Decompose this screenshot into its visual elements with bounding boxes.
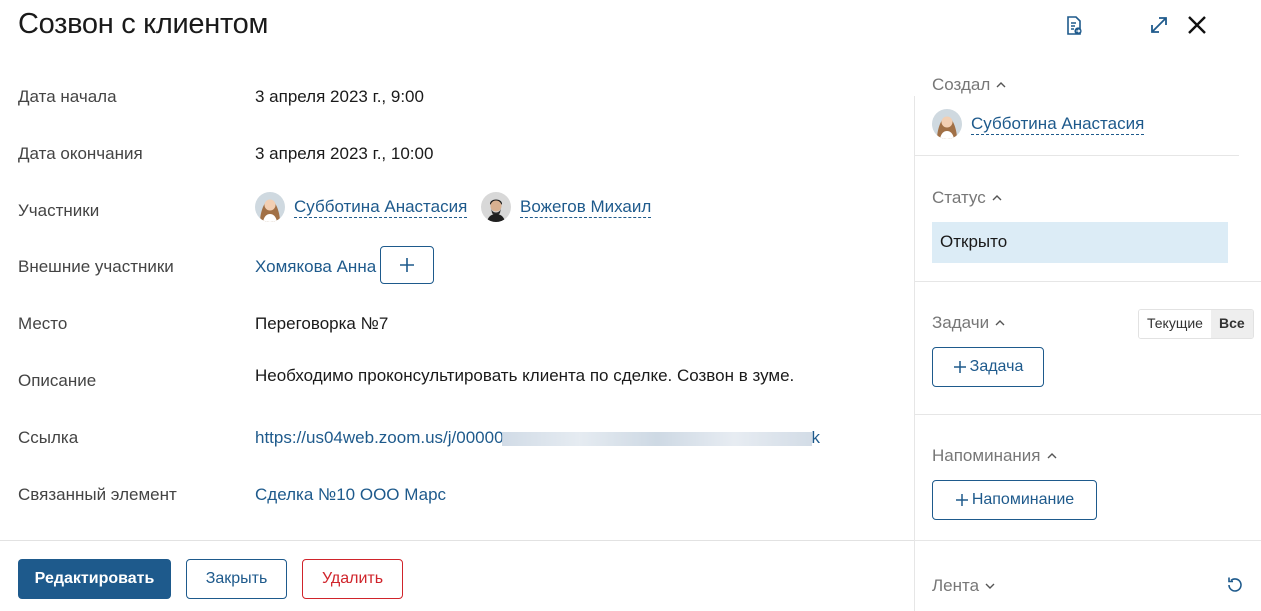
- divider: [0, 540, 914, 541]
- avatar: [481, 192, 511, 222]
- divider: [915, 540, 1261, 541]
- participants-label: Участники: [18, 201, 100, 220]
- chevron-up-icon: [1047, 453, 1057, 459]
- refresh-icon[interactable]: [1224, 574, 1246, 596]
- chevron-up-icon: [995, 320, 1005, 326]
- external-participant-link[interactable]: Хомякова Анна: [255, 257, 376, 277]
- end-date-value: 3 апреля 2023 г., 10:00: [255, 144, 434, 163]
- related-element-label: Связанный элемент: [18, 485, 177, 504]
- delete-button[interactable]: Удалить: [302, 559, 403, 599]
- status-label: Статус: [932, 188, 986, 207]
- status-value: Открыто: [932, 222, 1228, 263]
- tasks-label: Задачи: [932, 313, 990, 332]
- feed-section-header[interactable]: Лента: [932, 576, 995, 596]
- divider: [915, 281, 1261, 282]
- creator[interactable]: Субботина Анастасия: [932, 109, 1145, 139]
- tasks-filter-current[interactable]: Текущие: [1139, 310, 1211, 338]
- add-task-button[interactable]: Задача: [932, 347, 1044, 387]
- start-date-value: 3 апреля 2023 г., 9:00: [255, 87, 424, 106]
- meeting-link[interactable]: https://us04web.zoom.us/j/00000 k: [255, 428, 820, 448]
- chevron-down-icon: [985, 583, 995, 589]
- add-reminder-label: Напоминание: [971, 491, 1075, 508]
- creator-label: Создал: [932, 75, 991, 94]
- divider: [915, 414, 1261, 415]
- status-section-header[interactable]: Статус: [932, 188, 1002, 208]
- end-date-label: Дата окончания: [18, 144, 143, 163]
- tasks-filter[interactable]: Текущие Все: [1138, 309, 1254, 339]
- document-export-icon[interactable]: [1063, 15, 1085, 37]
- meeting-link-text[interactable]: https://us04web.zoom.us/j/00000: [255, 428, 504, 447]
- chevron-up-icon: [996, 82, 1006, 88]
- expand-icon[interactable]: [1148, 14, 1170, 36]
- add-reminder-button[interactable]: Напоминание: [932, 480, 1097, 520]
- page-title: Созвон с клиентом: [18, 8, 269, 40]
- divider: [915, 155, 1239, 156]
- participant-item[interactable]: Субботина Анастасия: [255, 192, 468, 222]
- tasks-filter-all[interactable]: Все: [1210, 310, 1253, 338]
- add-task-label: Задача: [969, 358, 1024, 375]
- meeting-link-tail[interactable]: k: [812, 428, 821, 447]
- close-button[interactable]: Закрыть: [186, 559, 287, 599]
- edit-button[interactable]: Редактировать: [18, 559, 171, 599]
- reminders-section-header[interactable]: Напоминания: [932, 446, 1057, 466]
- creator-link[interactable]: Субботина Анастасия: [971, 114, 1145, 135]
- place-label: Место: [18, 314, 68, 333]
- tasks-section-header[interactable]: Задачи: [932, 313, 1005, 333]
- redacted-blur: [501, 431, 812, 446]
- reminders-label: Напоминания: [932, 446, 1041, 465]
- external-participants-label: Внешние участники: [18, 257, 174, 276]
- start-date-label: Дата начала: [18, 87, 117, 106]
- related-element-link[interactable]: Сделка №10 ООО Марс: [255, 485, 446, 505]
- add-external-participant-button[interactable]: [380, 246, 434, 284]
- participant-item[interactable]: Вожегов Михаил: [481, 192, 652, 222]
- link-label: Ссылка: [18, 428, 79, 447]
- sidebar-divider: [914, 96, 915, 611]
- plus-icon: [953, 361, 966, 373]
- participant-link[interactable]: Вожегов Михаил: [520, 197, 652, 218]
- plus-icon: [400, 258, 414, 272]
- avatar: [255, 192, 285, 222]
- place-value: Переговорка №7: [255, 314, 389, 333]
- creator-section-header[interactable]: Создал: [932, 75, 1006, 95]
- close-icon[interactable]: [1185, 13, 1209, 37]
- description-value: Необходимо проконсультировать клиента по…: [255, 366, 795, 385]
- participant-link[interactable]: Субботина Анастасия: [294, 197, 468, 218]
- avatar: [932, 109, 962, 139]
- description-label: Описание: [18, 371, 97, 390]
- plus-icon: [955, 494, 968, 506]
- feed-label: Лента: [932, 576, 980, 595]
- chevron-up-icon: [992, 195, 1002, 201]
